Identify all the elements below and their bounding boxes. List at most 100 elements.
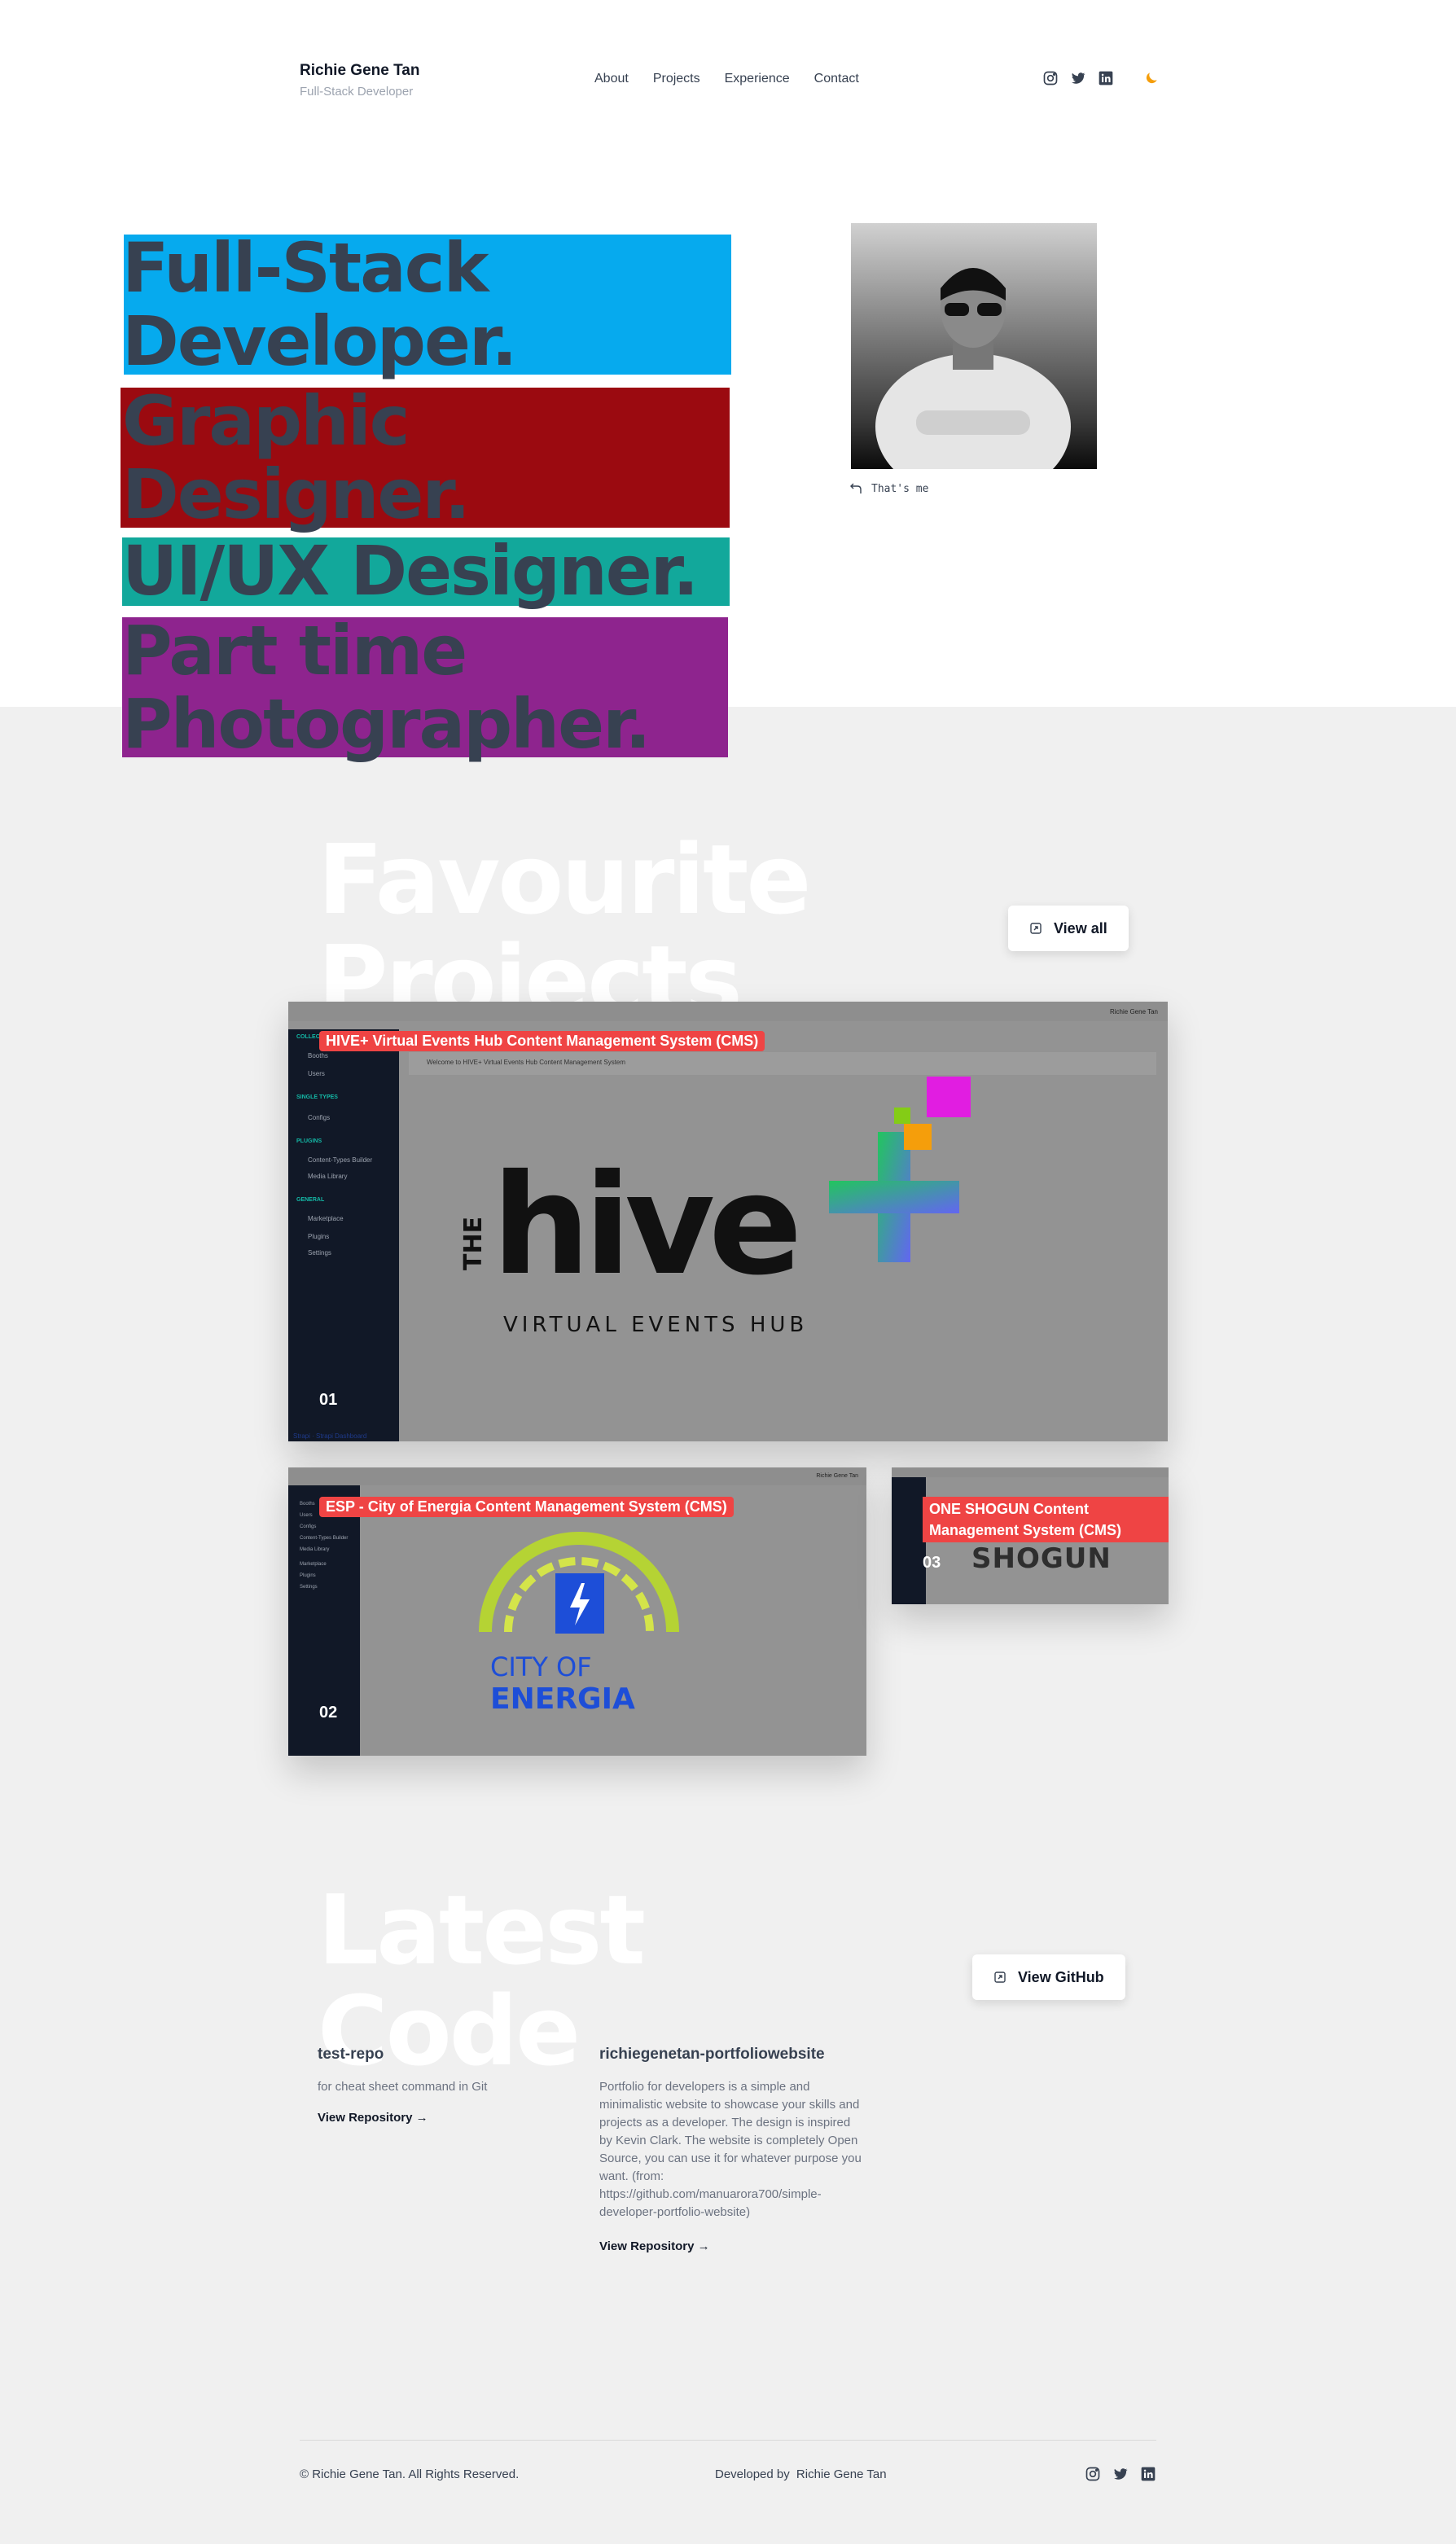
card-1-topbar-user: Richie Gene Tan — [1110, 1008, 1158, 1015]
card-2-sidebar-item-settings: Settings — [300, 1585, 318, 1590]
card-2-sidebar-item-ctb: Content-Types Builder — [300, 1536, 349, 1541]
card-1-sidebar: COLLECTION TYPES Booths Users SINGLE TYP… — [288, 1029, 399, 1441]
card-1-sidebar-item-media: Media Library — [308, 1173, 348, 1180]
repo-1-link[interactable]: View Repository → — [318, 2111, 428, 2125]
hero-text-photographer-1: Part time — [122, 611, 467, 691]
person-illustration — [875, 268, 1071, 469]
card-2-sidebar-item-users: Users — [300, 1513, 313, 1518]
card-1-sidebar-item-ctb: Content-Types Builder — [308, 1156, 373, 1164]
card-3-topbar — [892, 1467, 1169, 1477]
hive-logo-subtitle: VIRTUAL EVENTS HUB — [503, 1313, 809, 1337]
card-2-label[interactable]: ESP - City of Energia Content Management… — [319, 1497, 734, 1517]
card-1-sidebar-head-4: GENERAL — [296, 1197, 325, 1203]
twitter-icon[interactable] — [1070, 70, 1086, 86]
card-1-sidebar-item-settings: Settings — [308, 1249, 331, 1257]
card-1-topbar: Richie Gene Tan — [288, 1002, 1168, 1021]
hero-text-graphic-1: Graphic — [122, 381, 410, 461]
card-2-sidebar-item-plugins: Plugins — [300, 1573, 316, 1578]
hive-logo-prefix: THE — [459, 1216, 488, 1270]
footer-divider — [300, 2440, 1156, 2441]
site-name[interactable]: Richie Gene Tan — [300, 62, 419, 80]
linkedin-icon[interactable] — [1140, 2466, 1156, 2482]
view-all-label[interactable]: View all — [1054, 920, 1107, 937]
moon-icon[interactable] — [1143, 70, 1160, 86]
linkedin-icon[interactable] — [1098, 70, 1114, 86]
card-1-sidebar-item-users: Users — [308, 1070, 325, 1077]
hero-text-uiux: UI/UX Designer. — [122, 531, 699, 611]
hero-text-fullstack-1: Full-Stack — [122, 228, 489, 308]
card-1-sidebar-item-plugins: Plugins — [308, 1233, 330, 1240]
card-1-sidebar-head-2: SINGLE TYPES — [296, 1094, 338, 1100]
hero-line-graphic: Graphic Designer. — [122, 381, 471, 534]
energia-logo-line2: ENERGIA — [490, 1682, 635, 1716]
profile-photo — [851, 223, 1097, 469]
card-1-label[interactable]: HIVE+ Virtual Events Hub Content Managem… — [319, 1031, 765, 1051]
photo-caption-text: That's me — [871, 482, 929, 495]
hero-text-fullstack-2: Developer. — [122, 301, 517, 381]
external-link-icon — [994, 1972, 1006, 1983]
footer-copyright: © Richie Gene Tan. All Rights Reserved. — [300, 2467, 520, 2481]
repo-2-description: Portfolio for developers is a simple and… — [599, 2080, 862, 2219]
social-links-footer — [1085, 2466, 1156, 2482]
repo-2-name[interactable]: richiegenetan-portfoliowebsite — [599, 2046, 825, 2064]
hero-text-photographer-2: Photographer. — [122, 684, 651, 764]
code-title-line1: Latest — [318, 1874, 646, 1986]
repo-2-link[interactable]: View Repository → — [599, 2239, 710, 2253]
card-2-sidebar-item-configs: Configs — [300, 1524, 317, 1529]
card-1-sidebar-head-3: PLUGINS — [296, 1138, 322, 1144]
card-2-sidebar-item-media: Media Library — [300, 1547, 330, 1552]
return-arrow-icon — [850, 483, 862, 493]
card-1-welcome-text: Welcome to HIVE+ Virtual Events Hub Cont… — [427, 1059, 626, 1066]
nav-projects[interactable]: Projects — [653, 72, 700, 86]
card-1-number: 01 — [319, 1391, 338, 1409]
nav-contact[interactable]: Contact — [814, 72, 859, 86]
instagram-icon[interactable] — [1042, 70, 1059, 86]
card-3-logo: SHOGUN — [971, 1542, 1112, 1575]
twitter-icon[interactable] — [1112, 2466, 1129, 2482]
card-3-sidebar — [892, 1477, 926, 1604]
photo-caption: That's me — [850, 482, 928, 495]
hero-line-photographer: Part time Photographer. — [122, 611, 651, 764]
card-2-sidebar-item-booths: Booths — [300, 1502, 315, 1507]
footer-developed-by: Developed by Richie Gene Tan — [715, 2467, 887, 2481]
hero-line-uiux: UI/UX Designer. — [122, 531, 699, 611]
card-3-label[interactable]: ONE SHOGUN Content Management System (CM… — [923, 1497, 1169, 1542]
card-1-sidebar-item-marketplace: Marketplace — [308, 1215, 344, 1222]
card-2-sidebar-item-marketplace: Marketplace — [300, 1562, 327, 1567]
brand[interactable]: Richie Gene Tan Full-Stack Developer — [300, 62, 419, 99]
main-nav: About Projects Experience Contact — [594, 72, 859, 86]
repo-1-description: for cheat sheet command in Git — [318, 2080, 488, 2094]
nav-experience[interactable]: Experience — [725, 72, 790, 86]
footer-developer-link[interactable]: Richie Gene Tan — [796, 2467, 887, 2481]
card-2-topbar: Richie Gene Tan — [288, 1467, 866, 1485]
project-card-3[interactable]: SHOGUN ONE SHOGUN Content Management Sys… — [892, 1467, 1169, 1604]
card-2-number: 02 — [319, 1704, 338, 1722]
view-github-label[interactable]: View GitHub — [1018, 1969, 1104, 1986]
footer-developed-label: Developed by — [715, 2467, 790, 2481]
card-3-number: 03 — [923, 1554, 941, 1572]
project-card-2[interactable]: Richie Gene Tan Booths Users Configs Con… — [288, 1467, 866, 1756]
instagram-icon[interactable] — [1085, 2466, 1101, 2482]
nav-about[interactable]: About — [594, 72, 629, 86]
code-title-line2: Code — [318, 1975, 581, 2087]
hive-plus-graphic — [829, 1077, 971, 1262]
hero-line-fullstack: Full-Stack Developer. — [122, 228, 517, 381]
external-link-icon — [1030, 923, 1042, 934]
card-1-sidebar-footer: Strapi · Strapi Dashboard — [293, 1432, 367, 1440]
card-1-sidebar-item-configs: Configs — [308, 1114, 331, 1121]
hero-text-graphic-2: Designer. — [122, 454, 471, 534]
projects-title: Favourite Projects — [318, 823, 811, 1031]
card-1-welcome-bar: Welcome to HIVE+ Virtual Events Hub Cont… — [409, 1052, 1156, 1075]
card-2-topbar-user: Richie Gene Tan — [816, 1473, 858, 1479]
projects-title-line1: Favourite — [318, 823, 811, 936]
view-all-button[interactable]: View all — [1008, 906, 1129, 951]
repo-1-name[interactable]: test-repo — [318, 2046, 384, 2064]
view-github-button[interactable]: View GitHub — [972, 1954, 1125, 2000]
site-subtitle: Full-Stack Developer — [300, 85, 414, 99]
project-card-1[interactable]: Richie Gene Tan COLLECTION TYPES Booths … — [288, 1002, 1168, 1441]
energia-logo-line1: CITY OF — [490, 1651, 592, 1682]
hive-logo-main: hive — [492, 1145, 802, 1306]
social-links-header — [1042, 70, 1160, 86]
card-1-sidebar-item-booths: Booths — [308, 1052, 328, 1059]
energia-logo-arc — [479, 1532, 679, 1634]
